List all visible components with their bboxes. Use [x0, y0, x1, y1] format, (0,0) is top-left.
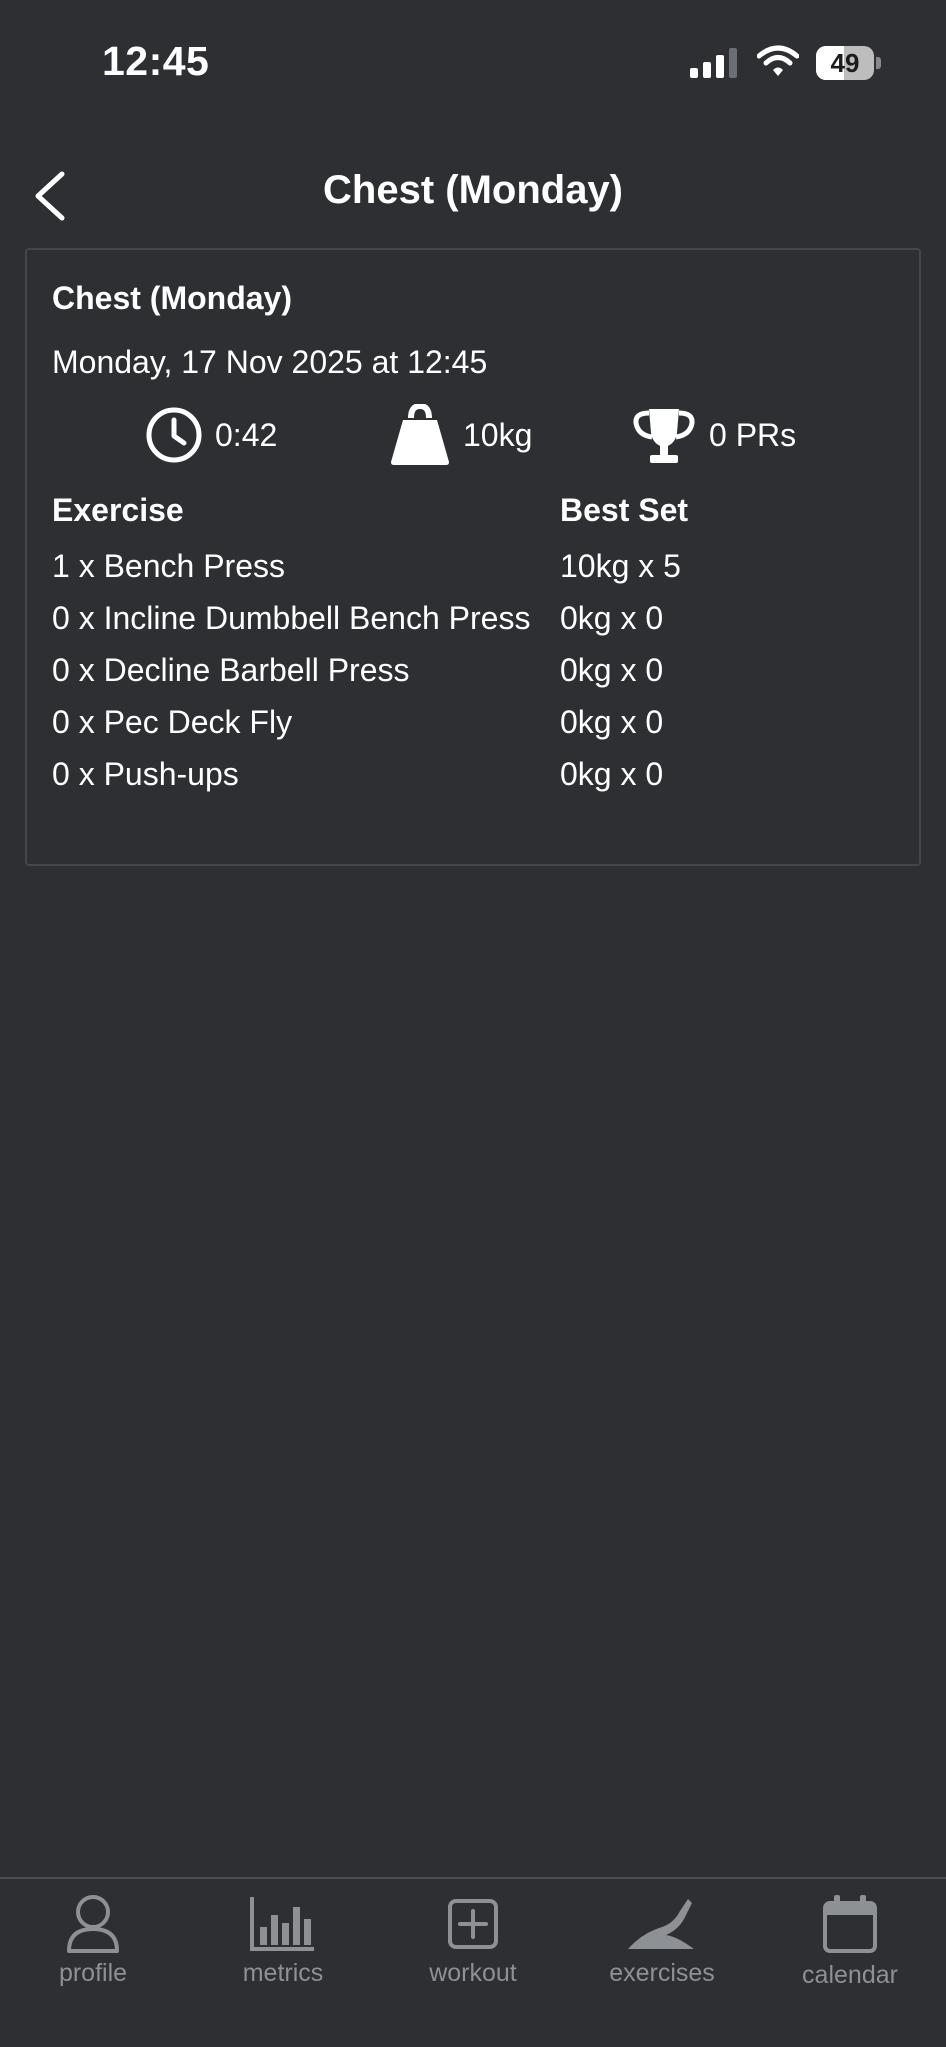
- exercise-name: 1 x Bench Press: [52, 548, 285, 584]
- exercise-list: 1 x Bench Press 10kg x 5 0 x Incline Dum…: [52, 546, 902, 806]
- table-row: 0 x Decline Barbell Press 0kg x 0: [52, 650, 902, 690]
- tab-bar: profile metrics workout exercises calend…: [0, 1877, 946, 2047]
- profile-icon: [67, 1895, 119, 1953]
- trophy-icon: [633, 409, 695, 463]
- duration-value: 0:42: [215, 416, 278, 453]
- exercise-column-header: Exercise: [52, 492, 184, 528]
- status-time: 12:45: [102, 38, 210, 84]
- table-row: 0 x Pec Deck Fly 0kg x 0: [52, 702, 902, 742]
- exercise-name: 0 x Push-ups: [52, 756, 239, 792]
- exercise-name: 0 x Decline Barbell Press: [52, 652, 410, 688]
- workout-detail-screen: 12:45 49 Chest (Monday) Chest (Monday) M…: [0, 0, 946, 2047]
- tab-label: workout: [429, 1959, 517, 1987]
- tab-exercises[interactable]: exercises: [587, 1893, 737, 2003]
- table-row: 0 x Incline Dumbbell Bench Press 0kg x 0: [52, 598, 902, 638]
- clock-icon: [146, 407, 202, 463]
- table-row: 1 x Bench Press 10kg x 5: [52, 546, 902, 586]
- volume-stat: 10kg: [389, 404, 533, 465]
- page-title: Chest (Monday): [323, 168, 623, 212]
- prs-stat: 0 PRs: [631, 405, 796, 465]
- wifi-icon: [757, 45, 799, 76]
- calendar-icon: [823, 1895, 877, 1953]
- tab-label: metrics: [242, 1959, 324, 1987]
- tab-calendar[interactable]: calendar: [775, 1893, 925, 2003]
- status-bar: 12:45 49: [0, 0, 946, 120]
- prs-value: 0 PRs: [709, 416, 797, 453]
- best-set: 0kg x 0: [560, 600, 664, 636]
- signal-icon: [690, 48, 737, 78]
- best-set: 10kg x 5: [560, 548, 681, 584]
- volume-value: 10kg: [463, 416, 533, 453]
- best-set: 0kg x 0: [560, 756, 664, 792]
- battery-icon: 49: [816, 46, 882, 80]
- table-row: 0 x Push-ups 0kg x 0: [52, 754, 902, 794]
- exercise-name: 0 x Pec Deck Fly: [52, 704, 293, 740]
- tab-profile[interactable]: profile: [18, 1893, 168, 2003]
- tab-label: profile: [58, 1959, 128, 1987]
- workout-title: Chest (Monday): [52, 280, 292, 316]
- tab-workout[interactable]: workout: [398, 1893, 548, 2003]
- best-set-column-header: Best Set: [560, 492, 689, 528]
- workout-card: Chest (Monday) Monday, 17 Nov 2025 at 12…: [25, 248, 921, 866]
- duration-stat: 0:42: [145, 405, 277, 465]
- workout-date: Monday, 17 Nov 2025 at 12:45: [52, 344, 488, 380]
- tab-label: calendar: [802, 1961, 898, 1989]
- weight-icon: [391, 404, 449, 465]
- tab-metrics[interactable]: metrics: [208, 1893, 358, 2003]
- best-set: 0kg x 0: [560, 704, 664, 740]
- exercise-name: 0 x Incline Dumbbell Bench Press: [52, 600, 531, 636]
- tab-label: exercises: [609, 1959, 715, 1987]
- plus-square-icon: [448, 1899, 498, 1949]
- best-set: 0kg x 0: [560, 652, 664, 688]
- metrics-icon: [250, 1897, 314, 1951]
- exercises-icon: [628, 1899, 694, 1949]
- nav-header: Chest (Monday): [0, 150, 946, 240]
- battery-level: 49: [830, 48, 860, 78]
